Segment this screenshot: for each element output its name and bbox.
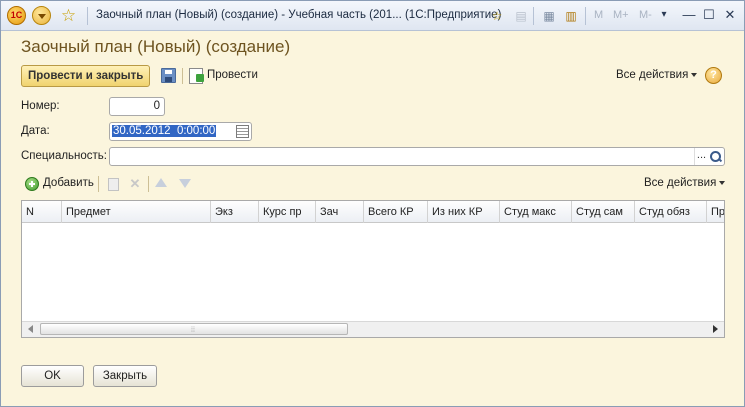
- table-all-actions-menu[interactable]: Все действия: [644, 177, 726, 189]
- date-label: Дата:: [21, 125, 50, 137]
- column-header[interactable]: Предмет: [62, 201, 211, 223]
- table-all-actions-label: Все действия: [644, 177, 717, 189]
- scroll-thumb[interactable]: ⁞⁞: [40, 323, 348, 335]
- select-button[interactable]: ...: [694, 148, 708, 165]
- close-button[interactable]: Закрыть: [93, 365, 157, 387]
- window-title: Заочный план (Новый) (создание) - Учебна…: [96, 9, 502, 21]
- save-icon[interactable]: [161, 68, 176, 83]
- maximize-icon[interactable]: ☐: [701, 7, 717, 23]
- column-header[interactable]: Экз: [211, 201, 259, 223]
- column-header[interactable]: Из них КР: [428, 201, 500, 223]
- add-button[interactable]: Добавить: [43, 177, 94, 189]
- help-icon[interactable]: ?: [705, 67, 722, 84]
- add-to-favorites-icon[interactable]: ☆: [489, 8, 505, 24]
- dropdown-arrow-icon: [691, 72, 698, 77]
- column-header[interactable]: Курс пр: [259, 201, 316, 223]
- title-separator: [87, 7, 88, 25]
- specialty-field[interactable]: ...: [109, 147, 725, 166]
- minimize-icon[interactable]: —: [681, 7, 697, 23]
- dropdown-arrow-icon: [719, 180, 726, 185]
- main-menu-icon[interactable]: [32, 6, 51, 25]
- command-separator: [98, 176, 99, 192]
- column-header[interactable]: Студ макс: [500, 201, 572, 223]
- move-up-icon[interactable]: [155, 178, 167, 187]
- column-header[interactable]: Студ обяз: [635, 201, 707, 223]
- close-icon[interactable]: ✕: [722, 7, 738, 23]
- title-separator: [585, 7, 586, 25]
- post-document-icon[interactable]: [189, 68, 204, 84]
- scroll-right-icon[interactable]: [713, 325, 718, 333]
- grip-icon: ⁞⁞: [191, 327, 195, 334]
- title-bar: 1С ☆ Заочный план (Новый) (создание) - У…: [1, 1, 744, 31]
- post-button[interactable]: Провести: [207, 69, 258, 81]
- column-header[interactable]: Студ сам: [572, 201, 635, 223]
- scroll-left-icon[interactable]: [28, 325, 33, 333]
- memory-m-button[interactable]: M: [594, 9, 603, 21]
- ok-button[interactable]: OK: [21, 365, 84, 387]
- link-icon[interactable]: ▤: [513, 8, 529, 24]
- memory-m-plus-button[interactable]: M+: [613, 9, 629, 21]
- all-actions-menu[interactable]: Все действия: [616, 69, 698, 81]
- all-actions-label: Все действия: [616, 69, 689, 81]
- table-header: N Предмет Экз Курс пр Зач Всего КР Из ни…: [22, 201, 724, 223]
- post-and-close-button[interactable]: Провести и закрыть: [21, 65, 151, 87]
- table-command-bar: Добавить ✕ Все действия: [21, 173, 726, 195]
- column-header[interactable]: N: [22, 201, 62, 223]
- horizontal-scrollbar[interactable]: ⁞⁞: [22, 321, 724, 337]
- move-down-icon[interactable]: [179, 179, 191, 188]
- calculator-icon[interactable]: ▦: [541, 8, 557, 24]
- star-favorite-icon[interactable]: ☆: [59, 6, 78, 25]
- chevron-down-icon[interactable]: ▾: [656, 7, 672, 23]
- date-value: 30.05.2012 0:00:00: [112, 125, 217, 137]
- delete-icon[interactable]: ✕: [127, 176, 143, 192]
- add-icon[interactable]: [25, 177, 39, 191]
- command-separator: [182, 68, 183, 84]
- copy-icon[interactable]: [108, 178, 119, 191]
- calendar-icon[interactable]: ▥: [563, 8, 579, 24]
- command-separator: [148, 176, 149, 192]
- specialty-label: Специальность:: [21, 150, 107, 162]
- column-header[interactable]: Всего КР: [364, 201, 428, 223]
- form-title: Заочный план (Новый) (создание): [21, 37, 291, 56]
- command-bar: Провести и закрыть Провести Все действия…: [21, 65, 726, 87]
- 1c-logo-icon[interactable]: 1С: [7, 6, 26, 25]
- search-icon[interactable]: [709, 150, 723, 164]
- title-separator: [533, 7, 534, 25]
- calendar-icon[interactable]: [236, 125, 249, 138]
- date-field[interactable]: 30.05.2012 0:00:00: [109, 122, 252, 141]
- subjects-table[interactable]: N Предмет Экз Курс пр Зач Всего КР Из ни…: [21, 200, 725, 338]
- column-header[interactable]: Пр: [707, 201, 724, 223]
- number-field[interactable]: 0: [109, 97, 165, 116]
- number-label: Номер:: [21, 100, 60, 112]
- memory-m-minus-button[interactable]: M-: [639, 9, 652, 21]
- document-window: 1С ☆ Заочный план (Новый) (создание) - У…: [0, 0, 745, 407]
- column-header[interactable]: Зач: [316, 201, 364, 223]
